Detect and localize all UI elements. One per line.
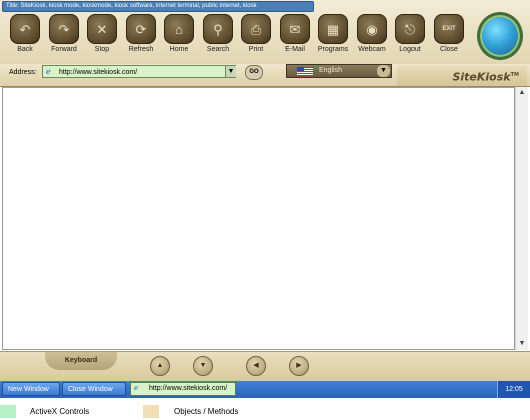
webcam-icon: ◉ bbox=[357, 14, 387, 44]
stop-button[interactable]: ✕ Stop bbox=[82, 12, 122, 58]
new-window-button[interactable]: New Window bbox=[2, 382, 60, 396]
clock: 12:05 bbox=[497, 381, 530, 398]
search-icon: ⚲ bbox=[203, 14, 233, 44]
toolbar-button-label: Programs bbox=[317, 46, 349, 53]
programs-icon: ▦ bbox=[318, 14, 348, 44]
legend-label-activex: ActiveX Controls bbox=[30, 407, 90, 416]
toolbar-button-label: Refresh bbox=[128, 46, 154, 53]
print-icon: ⎙ bbox=[241, 14, 271, 44]
toolbar-button-label: Logout bbox=[399, 46, 421, 53]
scroll-down-icon[interactable]: ▼ bbox=[516, 338, 528, 350]
brand-name: SiteKiosk bbox=[452, 70, 511, 84]
legend-label-objects: Objects / Methods bbox=[174, 407, 239, 416]
scroll-up-icon[interactable]: ▲ bbox=[516, 87, 528, 99]
scroll-down-button[interactable]: ▼ bbox=[193, 356, 213, 376]
refresh-icon: ⟳ bbox=[126, 14, 156, 44]
brand-logo: SiteKioskTM bbox=[397, 66, 527, 86]
forward-button[interactable]: ↷ Forward bbox=[44, 12, 84, 58]
toolbar-button-label: Close bbox=[440, 46, 458, 53]
ie-page-icon: ℯ bbox=[46, 67, 51, 76]
back-arrow-icon: ↶ bbox=[10, 14, 40, 44]
window-title: Title: SiteKiosk, kiosk mode, kioskmode,… bbox=[2, 1, 314, 12]
go-button[interactable]: GO bbox=[245, 65, 263, 80]
toolbar-button-label: E-Mail bbox=[285, 46, 305, 53]
browser-content[interactable] bbox=[2, 87, 515, 350]
back-button[interactable]: ↶ Back bbox=[5, 12, 45, 58]
back-nav-button[interactable]: ◀ bbox=[246, 356, 266, 376]
search-button[interactable]: ⚲ Search bbox=[198, 12, 238, 58]
toolbar-button-label: Home bbox=[169, 46, 189, 53]
email-icon: ✉ bbox=[280, 14, 310, 44]
close-button[interactable]: EXIT Close bbox=[429, 12, 469, 58]
logout-icon: ⎋ bbox=[395, 14, 425, 44]
toolbar-button-label: Search bbox=[206, 46, 230, 53]
e-mail-button[interactable]: ✉ E-Mail bbox=[275, 12, 315, 58]
brand-trademark: TM bbox=[510, 72, 519, 78]
programs-button[interactable]: ▦ Programs bbox=[313, 12, 353, 58]
toolbar-button-label: Back bbox=[17, 46, 33, 53]
forward-arrow-icon: ↷ bbox=[49, 14, 79, 44]
scroll-up-button[interactable]: ▲ bbox=[150, 356, 170, 376]
ie-page-icon: ℯ bbox=[134, 385, 139, 392]
toolbar-button-label: Webcam bbox=[358, 46, 386, 53]
webcam-button[interactable]: ◉ Webcam bbox=[352, 12, 392, 58]
vertical-scrollbar[interactable]: ▲ ▼ bbox=[515, 87, 528, 350]
legend-swatch-activex bbox=[0, 405, 16, 418]
address-dropdown-button[interactable]: ▼ bbox=[225, 66, 236, 77]
print-button[interactable]: ⎙ Print bbox=[236, 12, 276, 58]
stop-icon: ✕ bbox=[87, 14, 117, 44]
globe-icon[interactable] bbox=[477, 12, 523, 60]
toolbar-button-label: Print bbox=[248, 46, 264, 53]
exit-icon: EXIT bbox=[434, 14, 464, 44]
taskbar-url[interactable]: http://www.sitekiosk.com/ bbox=[130, 382, 236, 396]
address-label: Address: bbox=[9, 69, 37, 76]
toolbar-button-label: Stop bbox=[94, 46, 110, 53]
home-button[interactable]: ⌂ Home bbox=[159, 12, 199, 58]
logout-button[interactable]: ⎋ Logout bbox=[390, 12, 430, 58]
forward-nav-button[interactable]: ▶ bbox=[289, 356, 309, 376]
address-input[interactable]: http://www.sitekiosk.com/ bbox=[42, 65, 236, 78]
home-icon: ⌂ bbox=[164, 14, 194, 44]
legend-swatch-objects bbox=[143, 405, 159, 418]
close-window-button[interactable]: Close Window bbox=[62, 382, 126, 396]
keyboard-tab[interactable]: Keyboard bbox=[45, 352, 117, 370]
refresh-button[interactable]: ⟳ Refresh bbox=[121, 12, 161, 58]
us-flag-icon bbox=[297, 67, 313, 75]
chevron-down-icon[interactable]: ▼ bbox=[377, 65, 390, 77]
language-label: English bbox=[319, 67, 342, 74]
toolbar-button-label: Forward bbox=[51, 46, 77, 53]
